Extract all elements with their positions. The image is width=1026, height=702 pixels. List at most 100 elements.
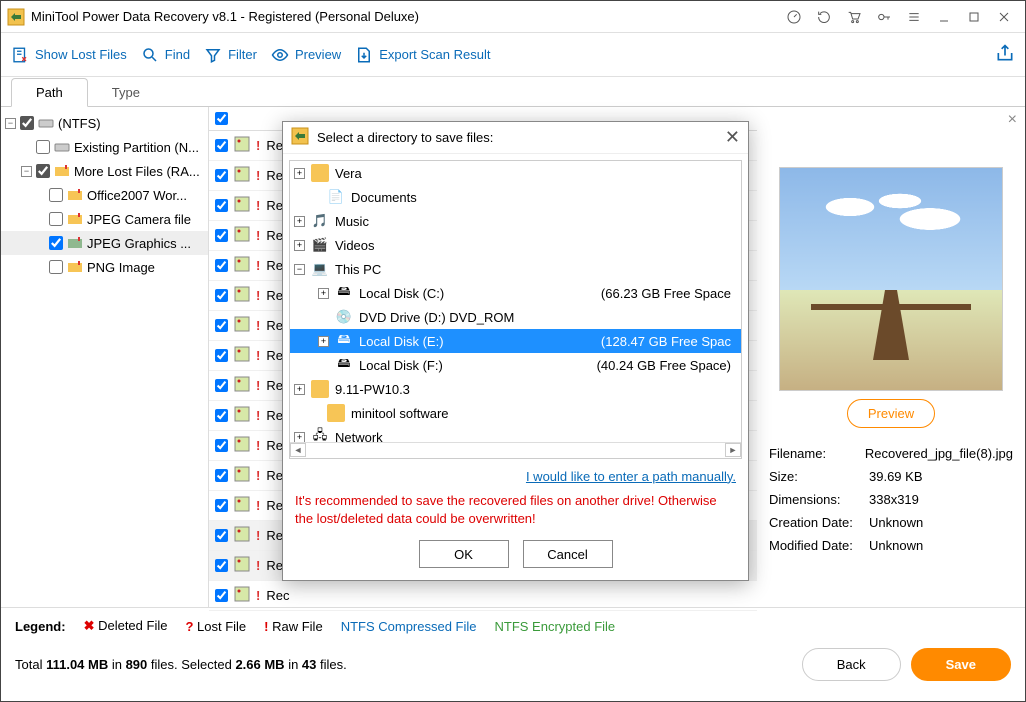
dialog-cancel-button[interactable]: Cancel bbox=[523, 540, 613, 568]
file-checkbox[interactable] bbox=[215, 319, 228, 332]
expand-icon[interactable]: + bbox=[294, 168, 305, 179]
tab-type[interactable]: Type bbox=[88, 79, 164, 106]
manual-path-link[interactable]: I would like to enter a path manually. bbox=[526, 469, 736, 484]
maximize-button[interactable] bbox=[959, 2, 989, 32]
titlebar-speed-icon[interactable] bbox=[779, 2, 809, 32]
raw-flag-icon: ! bbox=[256, 168, 260, 183]
tree-checkbox[interactable] bbox=[49, 188, 63, 202]
dir-item[interactable]: minitool software bbox=[290, 401, 741, 425]
file-checkbox[interactable] bbox=[215, 469, 228, 482]
tree-item[interactable]: PNG Image bbox=[1, 255, 208, 279]
collapse-icon[interactable]: − bbox=[21, 166, 32, 177]
filter-label: Filter bbox=[228, 47, 257, 62]
folder-tree: − (NTFS) Existing Partition (N... − More… bbox=[1, 107, 209, 607]
dir-item[interactable]: +🎵Music bbox=[290, 209, 741, 233]
scroll-left-icon[interactable]: ◄ bbox=[290, 443, 306, 457]
meta-value: Unknown bbox=[869, 538, 1013, 553]
expand-icon[interactable]: + bbox=[318, 336, 329, 347]
save-button[interactable]: Save bbox=[911, 648, 1011, 681]
tree-checkbox[interactable] bbox=[49, 260, 63, 274]
directory-tree[interactable]: +Vera 📄Documents +🎵Music +🎬Videos −💻This… bbox=[289, 160, 742, 459]
dialog-close-icon[interactable]: ✕ bbox=[725, 127, 740, 148]
file-checkbox[interactable] bbox=[215, 499, 228, 512]
expand-icon[interactable]: + bbox=[294, 216, 305, 227]
file-checkbox[interactable] bbox=[215, 559, 228, 572]
dir-item[interactable]: 📄Documents bbox=[290, 185, 741, 209]
file-checkbox[interactable] bbox=[215, 289, 228, 302]
disk-icon: 🖴 bbox=[335, 332, 353, 350]
horizontal-scrollbar[interactable]: ◄► bbox=[290, 442, 741, 458]
file-checkbox[interactable] bbox=[215, 529, 228, 542]
preview-toolbar-button[interactable]: Preview bbox=[271, 46, 341, 64]
dir-item-thispc[interactable]: −💻This PC bbox=[290, 257, 741, 281]
meta-label: Filename: bbox=[769, 446, 865, 461]
raw-flag-icon: ! bbox=[256, 258, 260, 273]
titlebar-cart-icon[interactable] bbox=[839, 2, 869, 32]
tab-path[interactable]: Path bbox=[11, 78, 88, 107]
expand-icon[interactable]: + bbox=[318, 288, 329, 299]
dialog-titlebar: Select a directory to save files: ✕ bbox=[283, 122, 748, 154]
dir-item-selected[interactable]: +🖴Local Disk (E:)(128.47 GB Free Spac bbox=[290, 329, 741, 353]
filter-button[interactable]: Filter bbox=[204, 46, 257, 64]
preview-button[interactable]: Preview bbox=[847, 399, 935, 428]
minimize-button[interactable] bbox=[929, 2, 959, 32]
titlebar-key-icon[interactable] bbox=[869, 2, 899, 32]
dir-item[interactable]: 🖴Local Disk (F:)(40.24 GB Free Space) bbox=[290, 353, 741, 377]
file-checkbox[interactable] bbox=[215, 199, 228, 212]
dialog-icon bbox=[291, 127, 309, 148]
file-checkbox[interactable] bbox=[215, 439, 228, 452]
meta-label: Size: bbox=[769, 469, 869, 484]
tree-item[interactable]: − More Lost Files (RA... bbox=[1, 159, 208, 183]
find-button[interactable]: Find bbox=[141, 46, 190, 64]
expand-icon[interactable]: + bbox=[294, 384, 305, 395]
titlebar-refresh-icon[interactable] bbox=[809, 2, 839, 32]
raw-flag-icon: ! bbox=[256, 138, 260, 153]
scroll-right-icon[interactable]: ► bbox=[725, 443, 741, 457]
show-lost-files-button[interactable]: Show Lost Files bbox=[11, 46, 127, 64]
file-checkbox[interactable] bbox=[215, 259, 228, 272]
file-checkbox[interactable] bbox=[215, 379, 228, 392]
file-checkbox[interactable] bbox=[215, 139, 228, 152]
tree-root[interactable]: − (NTFS) bbox=[1, 111, 208, 135]
collapse-icon[interactable]: − bbox=[5, 118, 16, 129]
tree-item[interactable]: Existing Partition (N... bbox=[1, 135, 208, 159]
dir-item[interactable]: +🖴Local Disk (C:)(66.23 GB Free Space bbox=[290, 281, 741, 305]
tree-item[interactable]: Office2007 Wor... bbox=[1, 183, 208, 207]
meta-value: 39.69 KB bbox=[869, 469, 1013, 484]
collapse-icon[interactable]: − bbox=[294, 264, 305, 275]
dir-item[interactable]: +Vera bbox=[290, 161, 741, 185]
titlebar-menu-icon[interactable] bbox=[899, 2, 929, 32]
expand-icon[interactable]: + bbox=[294, 240, 305, 251]
folder-icon bbox=[67, 211, 83, 227]
tree-checkbox[interactable] bbox=[49, 212, 63, 226]
file-checkbox[interactable] bbox=[215, 349, 228, 362]
share-icon[interactable] bbox=[995, 43, 1015, 66]
legend-raw: ! Raw File bbox=[264, 619, 323, 634]
tree-item[interactable]: JPEG Camera file bbox=[1, 207, 208, 231]
preview-close-icon[interactable]: × bbox=[1008, 111, 1017, 129]
tree-label: JPEG Graphics ... bbox=[87, 236, 191, 251]
dir-item[interactable]: +9.11-PW10.3 bbox=[290, 377, 741, 401]
select-all-checkbox[interactable] bbox=[215, 112, 228, 125]
tree-checkbox[interactable] bbox=[36, 140, 50, 154]
raw-flag-icon: ! bbox=[256, 468, 260, 483]
close-button[interactable] bbox=[989, 2, 1019, 32]
back-button[interactable]: Back bbox=[802, 648, 901, 681]
tree-checkbox[interactable] bbox=[49, 236, 63, 250]
export-scan-button[interactable]: Export Scan Result bbox=[355, 46, 490, 64]
show-lost-files-label: Show Lost Files bbox=[35, 47, 127, 62]
tree-checkbox[interactable] bbox=[20, 116, 34, 130]
tree-checkbox[interactable] bbox=[36, 164, 50, 178]
dialog-ok-button[interactable]: OK bbox=[419, 540, 509, 568]
dir-item[interactable]: +🎬Videos bbox=[290, 233, 741, 257]
file-checkbox[interactable] bbox=[215, 229, 228, 242]
raw-flag-icon: ! bbox=[256, 528, 260, 543]
dialog-title: Select a directory to save files: bbox=[317, 130, 493, 145]
tree-item-selected[interactable]: JPEG Graphics ... bbox=[1, 231, 208, 255]
file-checkbox[interactable] bbox=[215, 169, 228, 182]
file-checkbox[interactable] bbox=[215, 589, 228, 602]
file-checkbox[interactable] bbox=[215, 409, 228, 422]
file-row[interactable]: !Rec bbox=[209, 581, 757, 611]
raw-flag-icon: ! bbox=[256, 348, 260, 363]
dir-item[interactable]: 💿DVD Drive (D:) DVD_ROM bbox=[290, 305, 741, 329]
